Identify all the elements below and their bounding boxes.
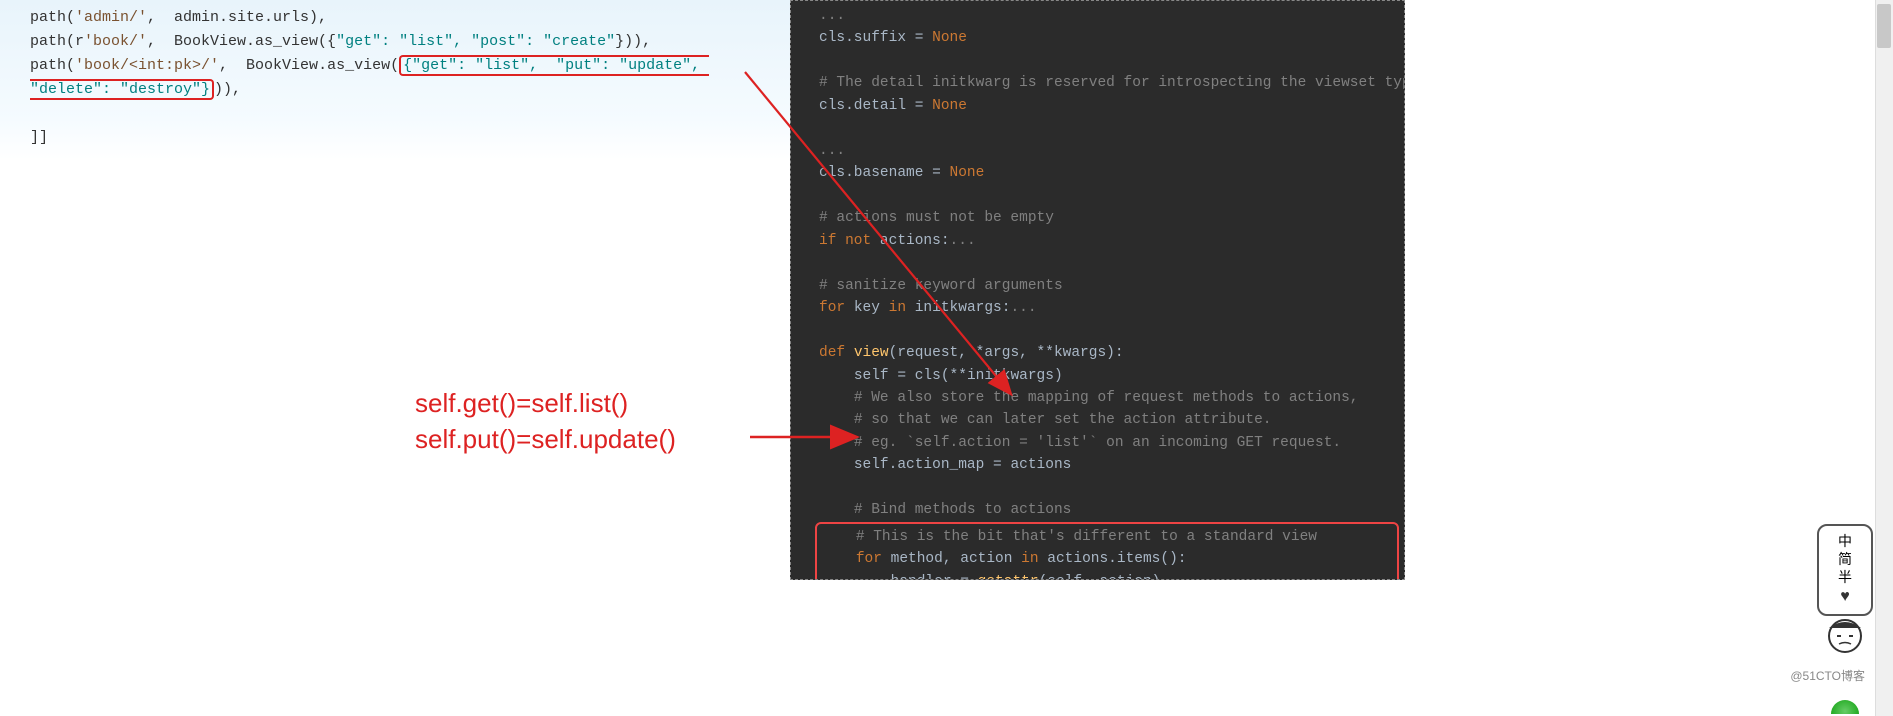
annotation-text: self.get()=self.list() self.put()=self.u… xyxy=(415,385,676,458)
green-indicator-icon xyxy=(1831,700,1859,714)
url-routes-code: path('admin/', admin.site.urls), path(r'… xyxy=(30,6,780,150)
left-code-panel: path('admin/', admin.site.urls), path(r'… xyxy=(0,0,790,170)
annotation-line-2: self.put()=self.update() xyxy=(415,421,676,457)
floating-widget[interactable]: 中 简 半 ♥ xyxy=(1817,524,1873,616)
widget-line-3: 半 xyxy=(1819,568,1871,586)
scrollbar-thumb[interactable] xyxy=(1877,4,1891,48)
mascot-face-icon xyxy=(1817,616,1873,656)
watermark-credit: @51CTO博客 xyxy=(1790,667,1865,684)
drf-source-code: ... cls.suffix = None # The detail initk… xyxy=(819,5,1396,580)
annotation-line-1: self.get()=self.list() xyxy=(415,385,676,421)
widget-line-2: 简 xyxy=(1819,550,1871,568)
highlighted-for-loop: # This is the bit that's different to a … xyxy=(815,522,1399,580)
heart-icon: ♥ xyxy=(1819,587,1871,608)
widget-line-1: 中 xyxy=(1819,532,1871,550)
right-code-panel: ... cls.suffix = None # The detail initk… xyxy=(790,0,1405,580)
vertical-scrollbar[interactable] xyxy=(1875,0,1893,716)
